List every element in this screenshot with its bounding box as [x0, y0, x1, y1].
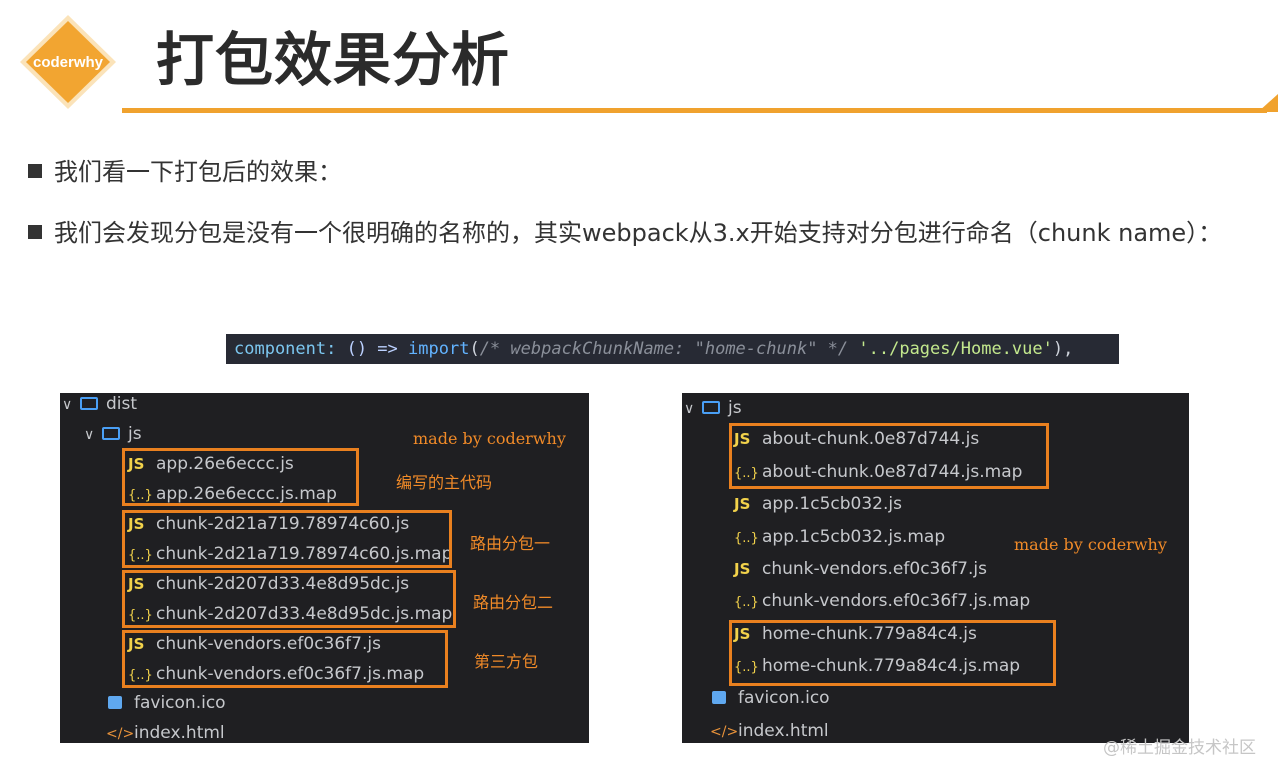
- code-path: '../pages/Home.vue': [848, 339, 1053, 359]
- code-comment: /* webpackChunkName: "home-chunk" */: [479, 339, 849, 359]
- js-file-icon: JS: [734, 495, 751, 513]
- code-arrow: () =>: [336, 339, 409, 359]
- bullet-2: 我们会发现分包是没有一个很明确的名称的，其实webpack从3.x开始支持对分包…: [28, 216, 1222, 250]
- highlight-box-route1: [122, 510, 452, 568]
- file-item-index[interactable]: </>index.html: [106, 722, 225, 743]
- folder-label: js: [128, 424, 142, 444]
- map-file-icon: {..}: [734, 595, 759, 610]
- code-snippet: component: () => import(/* webpackChunkN…: [226, 334, 1119, 364]
- map-file-icon: {..}: [734, 531, 759, 546]
- left-file-tree: ∨ dist ∨ js JS app.26e6eccc.js {..} app.26e6…: [60, 393, 589, 743]
- image-file-icon: [108, 696, 122, 709]
- page-title: 打包效果分析: [156, 26, 511, 94]
- tree-item-js[interactable]: ∨ js: [684, 397, 742, 420]
- code-open: (: [469, 339, 480, 359]
- file-item[interactable]: {..} chunk-vendors.ef0c36f7.js.map: [734, 590, 1030, 614]
- bullet-2-text: 我们会发现分包是没有一个很明确的名称的，其实webpack从3.x开始支持对分包…: [54, 219, 1223, 247]
- chevron-down-icon: ∨: [684, 401, 695, 417]
- folder-icon: [102, 427, 120, 440]
- annotation-route-chunk-2: 路由分包二: [473, 593, 554, 612]
- bullet-square-icon: [28, 225, 42, 239]
- file-name: app.1c5cb032.js: [762, 494, 902, 514]
- folder-icon: [702, 401, 720, 414]
- code-close: ),: [1052, 339, 1074, 359]
- file-name: index.html: [134, 723, 225, 743]
- code-key: component:: [234, 339, 337, 359]
- coderwhy-logo: coderwhy: [20, 15, 116, 109]
- js-file-icon: JS: [734, 560, 751, 578]
- folder-label: dist: [106, 394, 138, 414]
- folder-icon: [80, 397, 98, 410]
- bullet-square-icon: [28, 164, 42, 178]
- highlight-box-home-chunk: [729, 620, 1056, 686]
- tree-item-js[interactable]: ∨ js: [84, 423, 142, 446]
- file-name: favicon.ico: [738, 688, 830, 708]
- file-item[interactable]: {..} app.1c5cb032.js.map: [734, 526, 945, 550]
- file-name: index.html: [738, 721, 829, 741]
- image-file-icon: [712, 691, 726, 704]
- file-item-index[interactable]: </>index.html: [710, 720, 829, 743]
- annotation-vendor: 第三方包: [474, 652, 539, 671]
- title-underline: [122, 108, 1267, 113]
- annotation-main-code: 编写的主代码: [396, 473, 493, 492]
- credit-annotation: made by coderwhy: [1014, 535, 1167, 554]
- credit-annotation: made by coderwhy: [413, 429, 566, 448]
- code-import: import: [408, 339, 470, 359]
- file-item-favicon[interactable]: favicon.ico: [712, 687, 830, 709]
- chevron-down-icon: ∨: [84, 427, 95, 443]
- file-name: app.1c5cb032.js.map: [762, 527, 946, 547]
- html-file-icon: </>: [106, 726, 135, 742]
- file-item-favicon[interactable]: favicon.ico: [108, 692, 226, 714]
- right-file-tree: ∨ js JS about-chunk.0e87d744.js {..} about-…: [682, 393, 1189, 743]
- logo-text: coderwhy: [33, 54, 104, 71]
- highlight-box-main: [122, 448, 359, 506]
- file-item[interactable]: JS app.1c5cb032.js: [734, 493, 902, 515]
- tree-item-dist[interactable]: ∨ dist: [62, 393, 137, 416]
- file-name: chunk-vendors.ef0c36f7.js.map: [762, 591, 1031, 611]
- annotation-route-chunk-1: 路由分包一: [470, 534, 551, 553]
- file-item[interactable]: JS chunk-vendors.ef0c36f7.js: [734, 558, 987, 580]
- highlight-box-vendor: [122, 630, 448, 688]
- title-underline-corner: [1258, 94, 1278, 112]
- file-name: chunk-vendors.ef0c36f7.js: [762, 559, 987, 579]
- watermark: @稀土掘金技术社区: [1103, 738, 1256, 758]
- file-name: favicon.ico: [134, 693, 226, 713]
- highlight-box-route2: [122, 570, 456, 628]
- bullet-1: 我们看一下打包后的效果：: [28, 155, 342, 189]
- folder-label: js: [728, 398, 742, 418]
- html-file-icon: </>: [710, 724, 739, 740]
- chevron-down-icon: ∨: [62, 397, 73, 413]
- highlight-box-about-chunk: [729, 423, 1049, 489]
- bullet-1-text: 我们看一下打包后的效果：: [54, 158, 342, 186]
